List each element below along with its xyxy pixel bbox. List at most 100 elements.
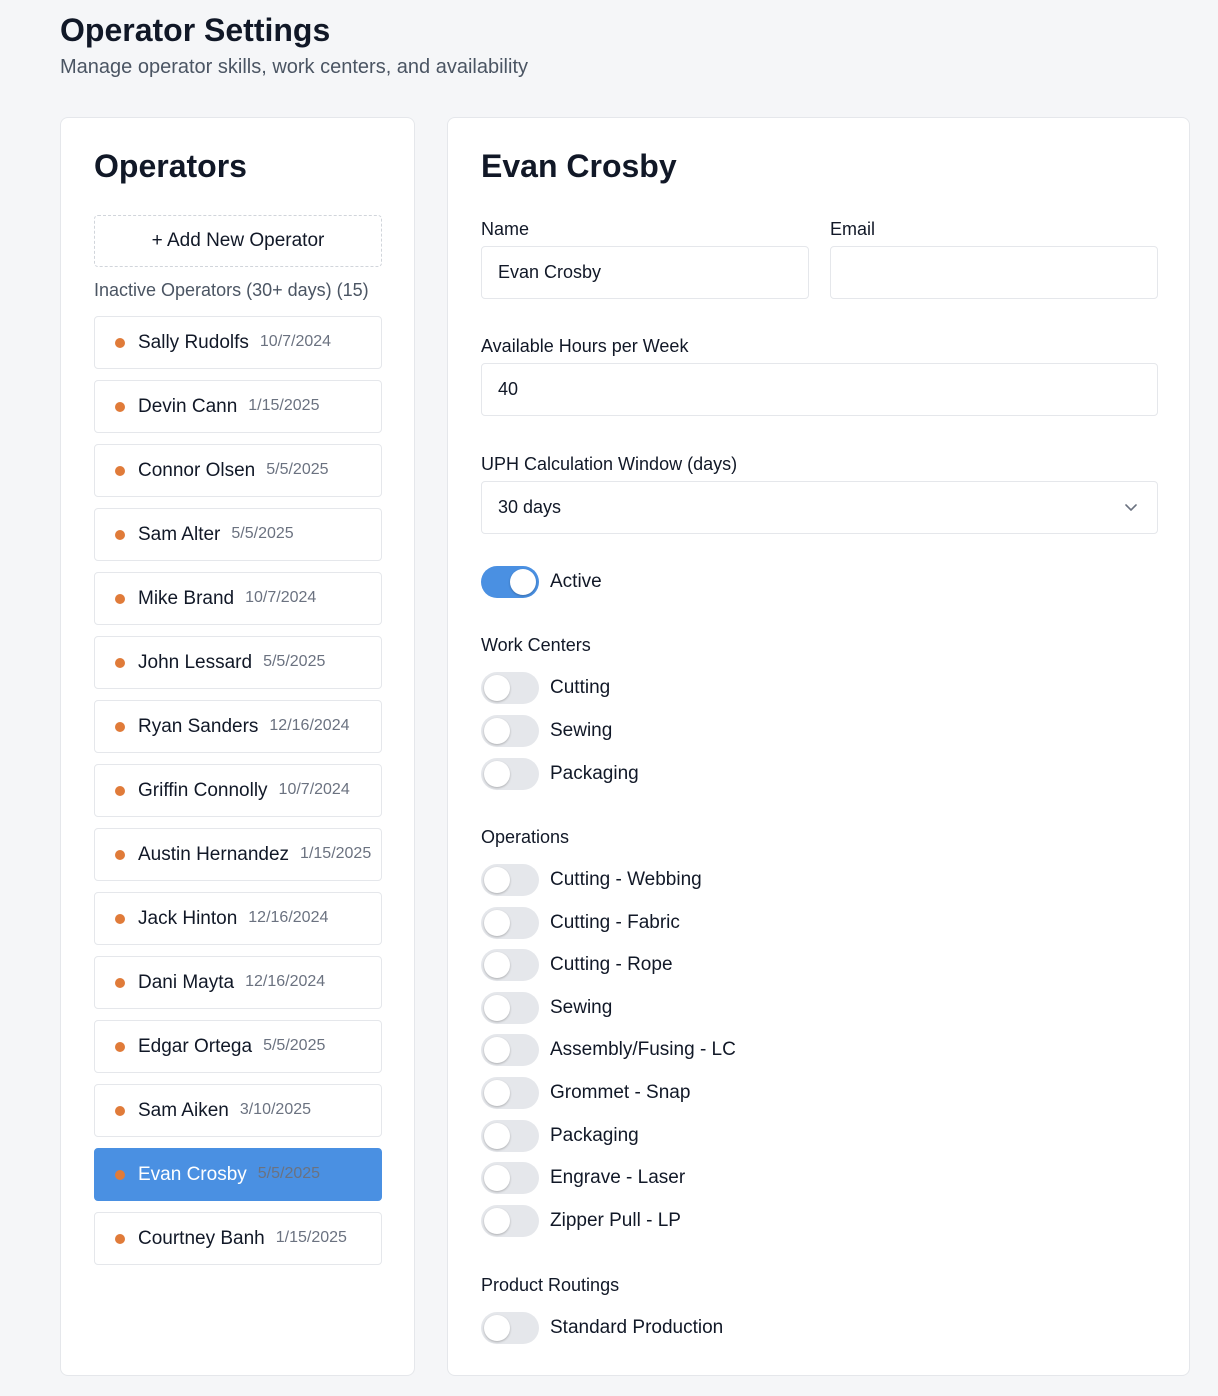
operator-list-item[interactable]: Sally Rudolfs 10/7/2024 <box>94 316 382 369</box>
operator-list-item[interactable]: Mike Brand 10/7/2024 <box>94 572 382 625</box>
operator-last-active-date: 10/7/2024 <box>259 332 332 350</box>
uph-window-label: UPH Calculation Window (days) <box>481 454 738 474</box>
operator-list-item[interactable]: Evan Crosby 5/5/2025 <box>94 1148 382 1201</box>
inactive-status-dot <box>115 785 125 796</box>
operators-panel: Operators + Add New Operator Inactive Op… <box>60 117 415 1376</box>
operator-name: Edgar Ortega <box>138 1035 253 1057</box>
chevron-down-icon <box>1125 504 1137 511</box>
operation-toggle[interactable] <box>481 1034 539 1067</box>
toggle-knob <box>484 909 510 936</box>
operator-list-item[interactable]: John Lessard 5/5/2025 <box>94 636 382 689</box>
work-center-toggle-label: Packaging <box>550 763 639 784</box>
operator-name: Devin Cann <box>138 395 238 417</box>
routing-toggle[interactable] <box>481 1312 539 1344</box>
inactive-status-dot <box>115 721 125 732</box>
operator-list-item[interactable]: Dani Mayta 12/16/2024 <box>94 956 382 1009</box>
operator-last-active-date: 1/15/2025 <box>300 844 372 862</box>
operation-toggle[interactable] <box>481 906 539 939</box>
active-toggle[interactable] <box>481 566 539 598</box>
page-title: Operator Settings <box>60 12 331 48</box>
operator-name: Jack Hinton <box>138 907 238 929</box>
work-center-toggle[interactable] <box>481 672 539 704</box>
operation-toggle[interactable] <box>481 1162 539 1195</box>
inactive-status-dot <box>115 977 125 988</box>
operator-last-active-date: 5/5/2025 <box>257 1164 321 1182</box>
operator-name: Griffin Connolly <box>138 779 268 801</box>
toggle-knob <box>484 1165 510 1192</box>
toggle-knob <box>484 1080 510 1106</box>
operation-toggle-row: Grommet - Snap <box>481 1077 690 1109</box>
name-input[interactable]: Evan Crosby <box>481 246 809 299</box>
operator-list-item[interactable]: Connor Olsen 5/5/2025 <box>94 444 382 497</box>
operation-toggle-label: Assembly/Fusing - LC <box>550 1039 736 1061</box>
operator-name: Evan Crosby <box>138 1163 247 1185</box>
add-operator-button[interactable]: + Add New Operator <box>94 215 382 267</box>
operation-toggle[interactable] <box>481 991 539 1024</box>
hours-input[interactable]: 40 <box>481 363 1158 416</box>
operator-last-active-date: 5/5/2025 <box>266 460 329 478</box>
uph-window-value: 30 days <box>498 497 562 517</box>
toggle-knob <box>510 569 536 595</box>
operator-list-item[interactable]: Devin Cann 1/15/2025 <box>94 380 382 433</box>
operator-list: Sally Rudolfs 10/7/2024 Devin Cann 1/15/202… <box>94 316 382 1276</box>
toggle-knob <box>484 1207 510 1234</box>
uph-window-select[interactable]: 30 days <box>481 481 1158 534</box>
work-center-toggle[interactable] <box>481 758 539 790</box>
operator-list-item[interactable]: Griffin Connolly 10/7/2024 <box>94 764 382 817</box>
operator-last-active-date: 12/16/2024 <box>245 972 326 990</box>
operator-list-item[interactable]: Sam Aiken 3/10/2025 <box>94 1084 382 1137</box>
hours-label: Available Hours per Week <box>481 336 689 356</box>
work-center-toggle-label: Sewing <box>550 720 613 741</box>
toggle-knob <box>484 994 510 1021</box>
operation-toggle[interactable] <box>481 949 539 982</box>
operator-settings-page: Operator Settings Manage operator skills… <box>0 0 1218 1396</box>
toggle-knob <box>484 1122 510 1149</box>
operation-toggle-row: Cutting - Rope <box>481 949 673 982</box>
operations-label: Operations <box>481 827 570 847</box>
operator-last-active-date: 1/15/2025 <box>275 1228 347 1246</box>
operator-last-active-date: 12/16/2024 <box>269 716 350 734</box>
operator-list-item[interactable]: Austin Hernandez 1/15/2025 <box>94 828 382 881</box>
routing-toggle-label: Standard Production <box>550 1317 724 1338</box>
work-center-toggle-row: Sewing <box>481 715 612 747</box>
toggle-knob <box>484 718 510 744</box>
operation-toggle-row: Engrave - Laser <box>481 1162 685 1195</box>
active-toggle-row: Active <box>481 566 602 598</box>
toggle-knob <box>484 1037 510 1064</box>
operation-toggle[interactable] <box>481 1204 539 1237</box>
operation-toggle-row: Zipper Pull - LP <box>481 1204 681 1237</box>
operator-name: Sally Rudolfs <box>138 331 249 353</box>
product-routings-label: Product Routings <box>481 1275 620 1295</box>
operator-last-active-date: 12/16/2024 <box>248 908 329 926</box>
operation-toggle-label: Packaging <box>550 1124 639 1146</box>
operator-last-active-date: 10/7/2024 <box>245 588 317 606</box>
inactive-status-dot <box>115 849 125 860</box>
operation-toggle[interactable] <box>481 864 539 896</box>
operator-name: John Lessard <box>138 651 253 673</box>
operator-name: Mike Brand <box>138 587 235 609</box>
operator-name: Sam Aiken <box>138 1099 229 1121</box>
operator-list-item[interactable]: Ryan Sanders 12/16/2024 <box>94 700 382 753</box>
toggle-knob <box>484 761 510 787</box>
operation-toggle-label: Cutting - Rope <box>550 954 673 976</box>
inactive-status-dot <box>115 465 125 476</box>
inactive-status-dot <box>115 1169 125 1180</box>
operator-list-item[interactable]: Jack Hinton 12/16/2024 <box>94 892 382 945</box>
operator-list-item[interactable]: Sam Alter 5/5/2025 <box>94 508 382 561</box>
inactive-status-dot <box>115 401 125 412</box>
inactive-status-dot <box>115 337 125 348</box>
operation-toggle[interactable] <box>481 1119 539 1152</box>
operator-name: Ryan Sanders <box>138 715 259 737</box>
inactive-status-dot <box>115 1041 125 1052</box>
work-center-toggle-label: Cutting <box>550 677 611 698</box>
toggle-knob <box>484 952 510 979</box>
work-center-toggle[interactable] <box>481 715 539 747</box>
email-label: Email <box>830 219 876 239</box>
operator-list-item[interactable]: Courtney Banh 1/15/2025 <box>94 1212 382 1265</box>
operation-toggle-label: Cutting - Webbing <box>550 869 702 890</box>
operator-list-item[interactable]: Edgar Ortega 5/5/2025 <box>94 1020 382 1073</box>
operation-toggle[interactable] <box>481 1077 539 1109</box>
email-input[interactable] <box>830 246 1158 299</box>
inactive-operators-label: Inactive Operators (30+ days) (15) <box>94 280 369 300</box>
operation-toggle-label: Cutting - Fabric <box>550 911 680 933</box>
